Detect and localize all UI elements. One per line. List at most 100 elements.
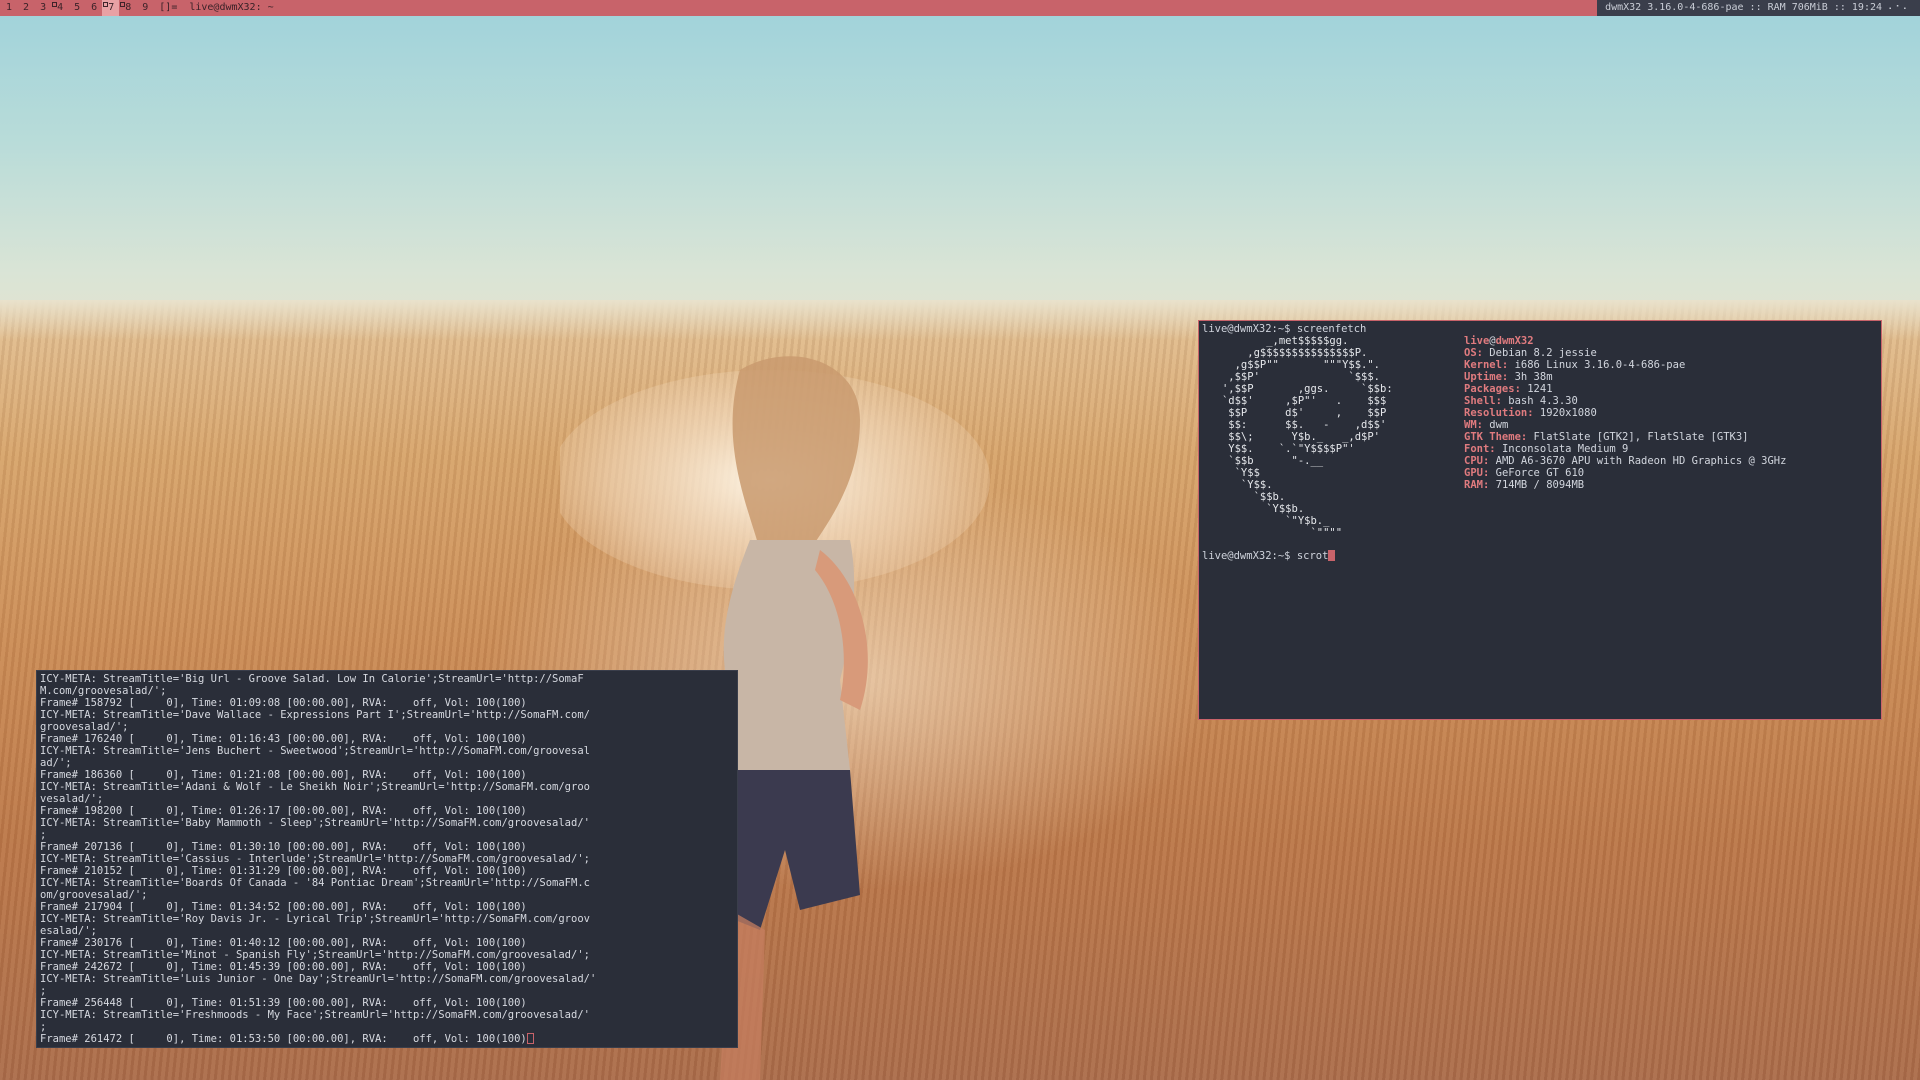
terminal-output-line: M.com/groovesalad/'; — [40, 685, 734, 697]
info-value: 714MB / 8094MB — [1495, 479, 1585, 491]
system-info-row: Packages: 1241 — [1464, 383, 1786, 395]
terminal-window-mpg123[interactable]: ICY-META: StreamTitle='Big Url - Groove … — [36, 670, 738, 1048]
tag-1[interactable]: 1 — [0, 0, 17, 16]
system-info-row: GPU: GeForce GT 610 — [1464, 467, 1786, 479]
terminal-output-line: ICY-META: StreamTitle='Jens Buchert - Sw… — [40, 745, 734, 757]
debian-ascii-logo: _,met$$$$$gg. ,g$$$$$$$$$$$$$$$P. ,g$$P"… — [1221, 335, 1393, 539]
terminal-output-line: ICY-META: StreamTitle='Adani & Wolf - Le… — [40, 781, 734, 793]
system-info-list: OS: Debian 8.2 jessie Kernel: i686 Linux … — [1464, 347, 1786, 491]
info-key: OS: — [1464, 347, 1483, 359]
output-text: ad/'; — [40, 757, 72, 769]
text-cursor — [526, 1033, 534, 1044]
terminal-output-line: ICY-META: StreamTitle='Cassius - Interlu… — [40, 853, 734, 865]
output-text: Frame# 217904 [ 0], Time: 01:34:52 [00:0… — [40, 901, 527, 913]
terminal-output-line: ; — [40, 1021, 734, 1033]
output-text: vesalad/'; — [40, 793, 104, 805]
info-key: RAM: — [1464, 479, 1490, 491]
tag-label: 4 — [57, 2, 64, 13]
system-info-row: Shell: bash 4.3.30 — [1464, 395, 1786, 407]
terminal-output-line: om/groovesalad/'; — [40, 889, 734, 901]
info-value: Inconsolata Medium 9 — [1501, 443, 1629, 455]
output-text: Frame# 198200 [ 0], Time: 01:26:17 [00:0… — [40, 805, 527, 817]
info-value: dwm — [1489, 419, 1509, 431]
system-info-row: RAM: 714MB / 8094MB — [1464, 479, 1786, 491]
terminal-output-line: ; — [40, 829, 734, 841]
system-info-row: Font: Inconsolata Medium 9 — [1464, 443, 1786, 455]
output-text: ICY-META: StreamTitle='Luis Junior - One… — [40, 973, 597, 985]
tag-5[interactable]: 5 — [68, 0, 85, 16]
tag-label: 1 — [6, 2, 13, 13]
info-key: GTK Theme: — [1464, 431, 1528, 443]
layout-indicator[interactable]: []= — [153, 0, 183, 16]
output-text: ICY-META: StreamTitle='Boards Of Canada … — [40, 877, 590, 889]
output-text: ; — [40, 985, 47, 997]
system-info-panel: live@dwmX32 OS: Debian 8.2 jessie Kernel:… — [1464, 335, 1786, 491]
tag-3[interactable]: 3 — [34, 0, 51, 16]
system-info-row: CPU: AMD A6-3670 APU with Radeon HD Grap… — [1464, 455, 1786, 467]
terminal-output-line: groovesalad/'; — [40, 721, 734, 733]
info-value: Debian 8.2 jessie — [1489, 347, 1597, 359]
system-info-row: Uptime: 3h 38m — [1464, 371, 1786, 383]
user-host-line: live@dwmX32 — [1464, 335, 1786, 347]
tag-9[interactable]: 9 — [136, 0, 153, 16]
output-text: ICY-META: StreamTitle='Adani & Wolf - Le… — [40, 781, 590, 793]
info-value: GeForce GT 610 — [1495, 467, 1585, 479]
info-key: Uptime: — [1464, 371, 1509, 383]
system-info-row: OS: Debian 8.2 jessie — [1464, 347, 1786, 359]
tag-7[interactable]: 7 — [102, 0, 120, 16]
tag-2[interactable]: 2 — [17, 0, 34, 16]
focused-window-title: live@dwmX32: ~ — [189, 2, 274, 13]
tag-label: 3 — [40, 2, 47, 13]
info-value: 1920x1080 — [1539, 407, 1597, 419]
terminal-output-line: Frame# 176240 [ 0], Time: 01:16:43 [00:0… — [40, 733, 734, 745]
terminal-output-line: Frame# 256448 [ 0], Time: 01:51:39 [00:0… — [40, 997, 734, 1009]
terminal-output-line: Frame# 230176 [ 0], Time: 01:40:12 [00:0… — [40, 937, 734, 949]
terminal-output-line: ICY-META: StreamTitle='Baby Mammoth - Sl… — [40, 817, 734, 829]
terminal-output-line: ad/'; — [40, 757, 734, 769]
terminal-output-line: ICY-META: StreamTitle='Dave Wallace - Ex… — [40, 709, 734, 721]
tag-occupied-indicator — [120, 2, 126, 7]
output-text: ; — [40, 829, 47, 841]
terminal-output-line: ICY-META: StreamTitle='Luis Junior - One… — [40, 973, 734, 985]
status-text: dwmX32 3.16.0-4-686-pae :: RAM 706MiB ::… — [1597, 0, 1920, 16]
info-key: Kernel: — [1464, 359, 1509, 371]
text-cursor — [1328, 550, 1336, 561]
system-info-row: GTK Theme: FlatSlate [GTK2], FlatSlate [… — [1464, 431, 1786, 443]
info-value: bash 4.3.30 — [1508, 395, 1578, 407]
tag-occupied-indicator — [52, 2, 58, 7]
terminal-prompt-line[interactable]: live@dwmX32:~$ scrot — [1202, 550, 1336, 562]
tag-8[interactable]: 8 — [119, 0, 136, 16]
output-text: om/groovesalad/'; — [40, 889, 148, 901]
tag-6[interactable]: 6 — [85, 0, 102, 16]
terminal-output-line: Frame# 198200 [ 0], Time: 01:26:17 [00:0… — [40, 805, 734, 817]
terminal-output-line: ICY-META: StreamTitle='Roy Davis Jr. - L… — [40, 913, 734, 925]
output-text: Frame# 158792 [ 0], Time: 01:09:08 [00:0… — [40, 697, 527, 709]
output-text: esalad/'; — [40, 925, 97, 937]
terminal-output-line: Frame# 158792 [ 0], Time: 01:09:08 [00:0… — [40, 697, 734, 709]
output-text: Frame# 256448 [ 0], Time: 01:51:39 [00:0… — [40, 997, 527, 1009]
output-text: groovesalad/'; — [40, 721, 129, 733]
terminal-output-line: Frame# 261472 [ 0], Time: 01:53:50 [00:0… — [40, 1033, 734, 1045]
terminal-output-line: ICY-META: StreamTitle='Minot - Spanish F… — [40, 949, 734, 961]
output-text: ICY-META: StreamTitle='Baby Mammoth - Sl… — [40, 817, 590, 829]
tag-label: 2 — [23, 2, 30, 13]
terminal-output-line: esalad/'; — [40, 925, 734, 937]
tag-label: 7 — [108, 2, 115, 13]
tag-4[interactable]: 4 — [51, 0, 68, 16]
tag-label: 5 — [74, 2, 81, 13]
output-text: ICY-META: StreamTitle='Minot - Spanish F… — [40, 949, 590, 961]
output-text: Frame# 207136 [ 0], Time: 01:30:10 [00:0… — [40, 841, 527, 853]
terminal-output-line: ; — [40, 985, 734, 997]
tag-label: 9 — [142, 2, 149, 13]
terminal-output-line: Frame# 210152 [ 0], Time: 01:31:29 [00:0… — [40, 865, 734, 877]
output-text: ICY-META: StreamTitle='Freshmoods - My F… — [40, 1009, 590, 1021]
terminal-output-line: ICY-META: StreamTitle='Big Url - Groove … — [40, 673, 734, 685]
tag-occupied-indicator — [103, 2, 109, 7]
system-info-row: Kernel: i686 Linux 3.16.0-4-686-pae — [1464, 359, 1786, 371]
terminal-output-line: vesalad/'; — [40, 793, 734, 805]
info-key: CPU: — [1464, 455, 1490, 467]
hostname: dwmX32 — [1495, 335, 1534, 347]
terminal-window-screenfetch[interactable]: live@dwmX32:~$ screenfetch _,met$$$$$gg.… — [1198, 320, 1882, 720]
output-text: ICY-META: StreamTitle='Cassius - Interlu… — [40, 853, 590, 865]
output-text: Frame# 230176 [ 0], Time: 01:40:12 [00:0… — [40, 937, 527, 949]
